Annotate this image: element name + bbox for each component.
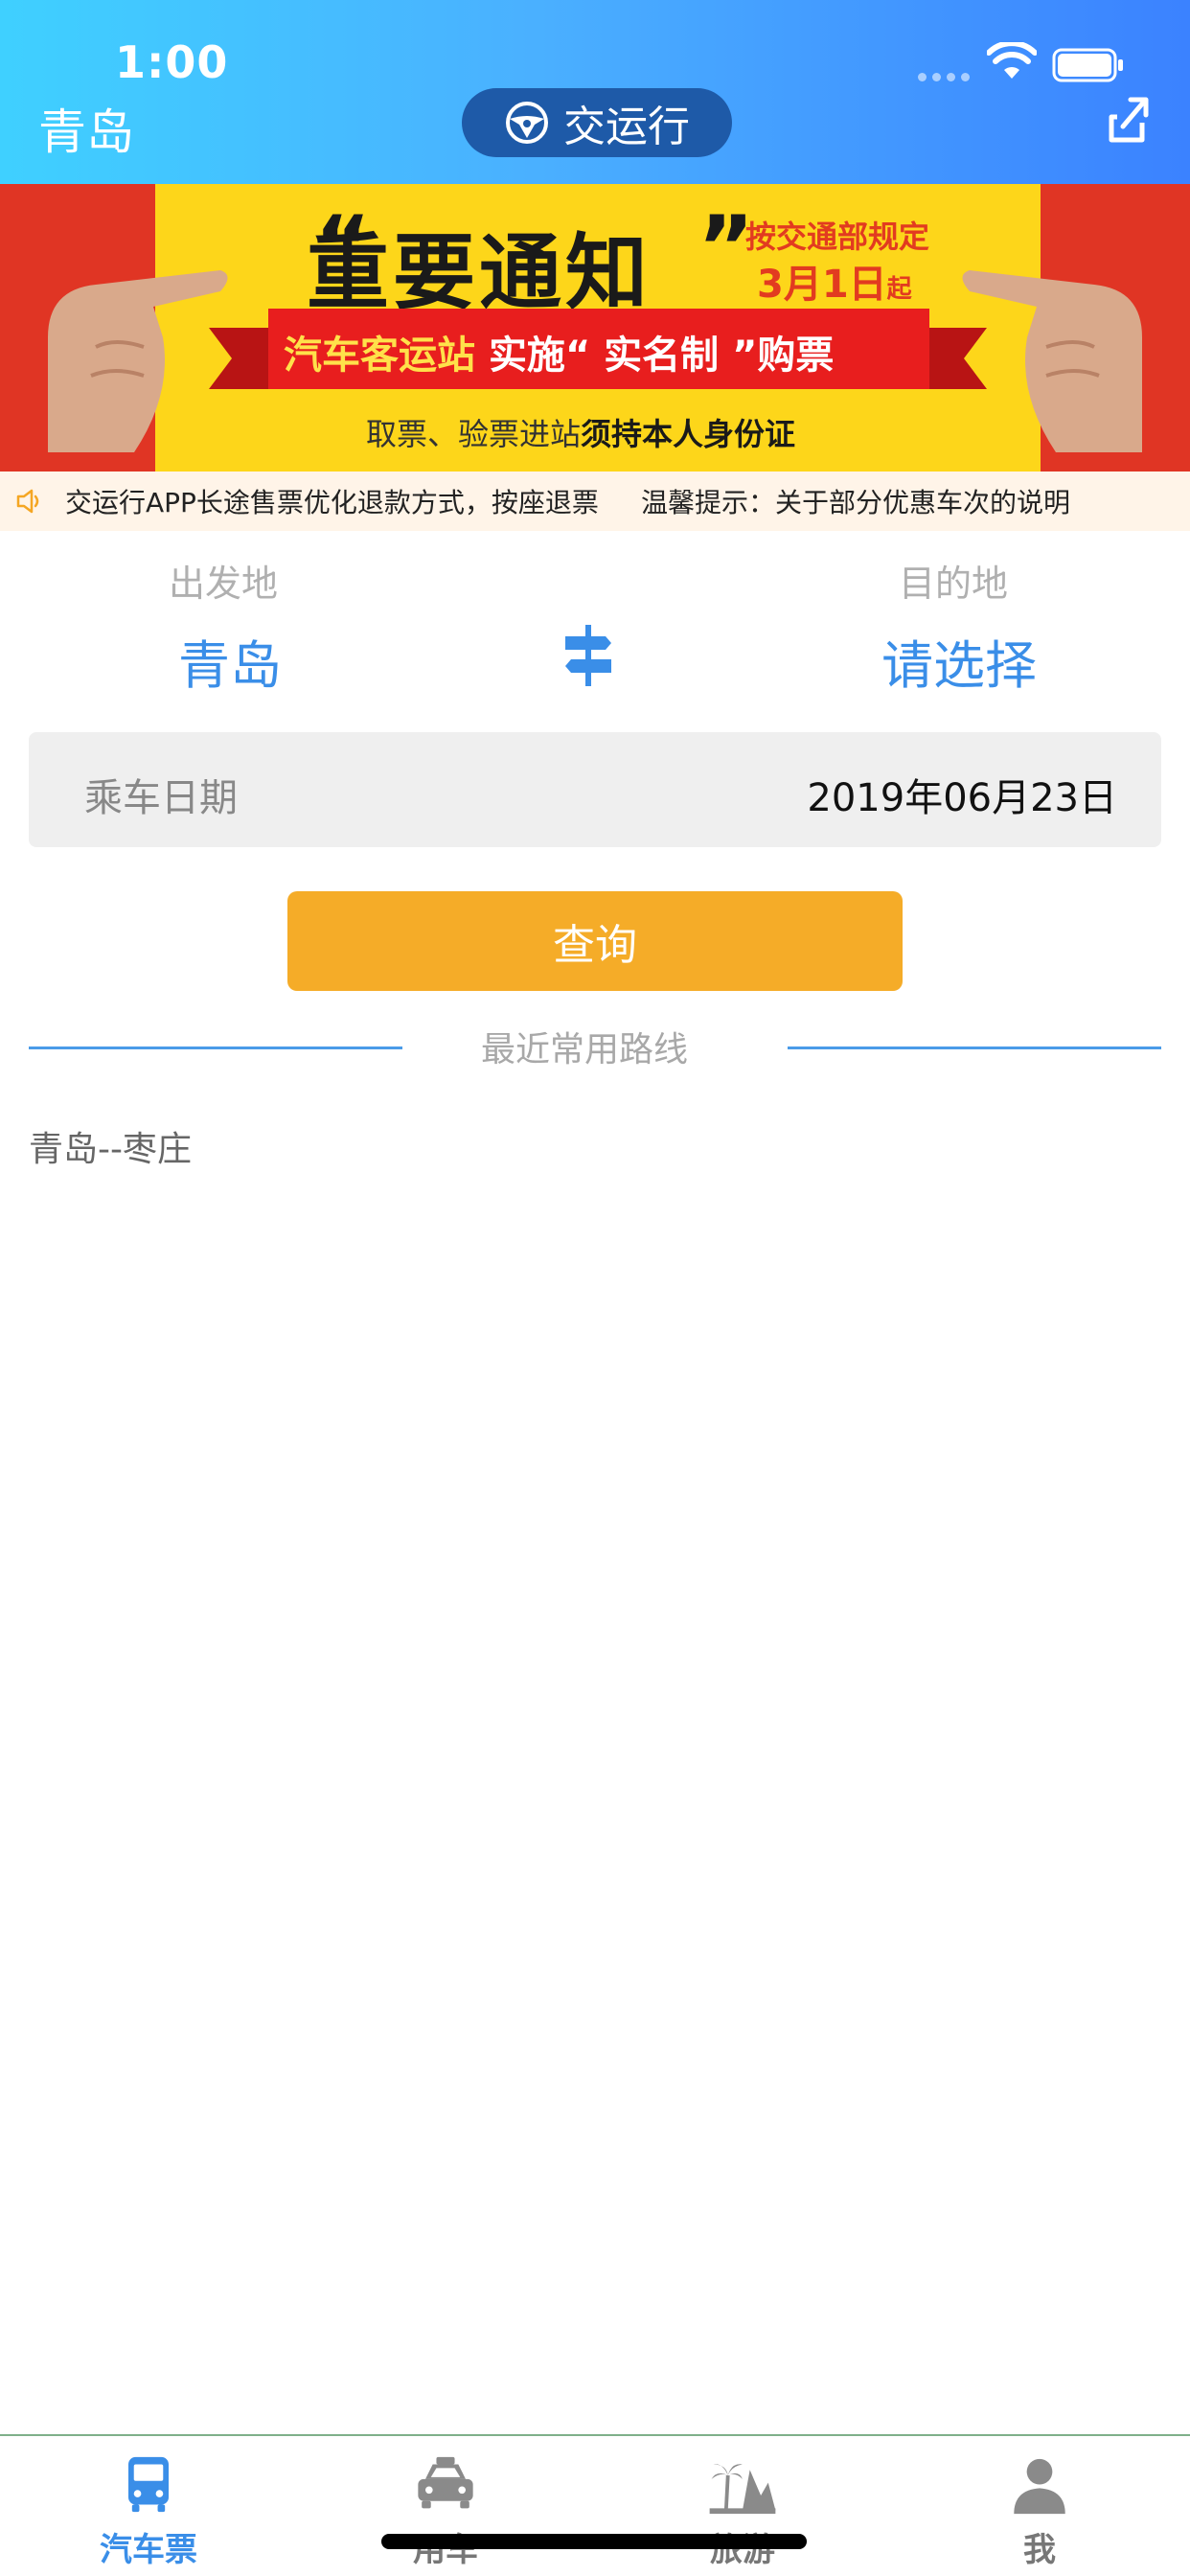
travel-date-value: 2019年06月23日 [807, 776, 1117, 820]
tab-travel[interactable]: 旅游 [647, 2455, 838, 2570]
destination-city[interactable]: 请选择 [881, 623, 1037, 699]
brand-pill: 交运行 [462, 88, 732, 157]
palm-tree-icon [709, 2464, 776, 2515]
share-icon[interactable] [1108, 94, 1152, 144]
destination-label: 目的地 [899, 563, 1009, 605]
notice-text: 交运行APP长途售票优化退款方式，按座退票 温馨提示：关于部分优惠车次的说明 [65, 487, 1070, 518]
car-icon [418, 2456, 473, 2509]
notice-ticker[interactable]: 交运行APP长途售票优化退款方式，按座退票 温馨提示：关于部分优惠车次的说明 [0, 472, 1190, 531]
travel-date-label: 乘车日期 [84, 776, 238, 820]
travel-date-field[interactable]: 乘车日期 2019年06月23日 [29, 732, 1161, 847]
status-time: 1:00 [115, 36, 229, 88]
person-icon [1014, 2458, 1065, 2515]
brand-name: 交运行 [563, 103, 690, 151]
divider-right [788, 1046, 1161, 1049]
battery-icon [1052, 48, 1123, 82]
recent-routes-title: 最近常用路线 [481, 1030, 689, 1070]
tab-label: 我 [1023, 2531, 1056, 2569]
speaker-icon [16, 489, 39, 514]
tab-car-hire[interactable]: 用车 [350, 2455, 541, 2570]
banner-footnote: 取票、验票进站须持本人身份证 [366, 416, 796, 452]
tab-label: 汽车票 [100, 2531, 197, 2569]
tab-bus-tickets[interactable]: 汽车票 [53, 2455, 244, 2570]
banner-title: 重要通知 [307, 225, 652, 321]
banner-rule: 按交通部规定 [745, 218, 930, 255]
pointing-hand-right-icon [962, 270, 1142, 452]
home-indicator[interactable] [381, 2534, 807, 2549]
banner-date: 3月1日起 [757, 263, 912, 307]
departure-label: 出发地 [169, 563, 279, 605]
ribbon-text: 汽车客运站 实施“ 实名制 ”购票 [284, 334, 835, 378]
swap-direction-icon[interactable] [563, 625, 613, 686]
tab-profile[interactable]: 我 [944, 2455, 1135, 2570]
bottom-tab-bar: 汽车票 用车 旅游 我 [0, 2434, 1190, 2576]
recent-route-item[interactable]: 青岛--枣庄 [29, 1121, 192, 1171]
steering-wheel-icon [506, 102, 548, 144]
divider-left [29, 1046, 402, 1049]
app-header: 1:00 青岛 交运行 [0, 0, 1190, 184]
pointing-hand-left-icon [48, 270, 228, 452]
bus-icon [128, 2456, 169, 2513]
current-city[interactable]: 青岛 [38, 94, 134, 163]
search-button[interactable]: 查询 [287, 891, 903, 991]
notice-banner[interactable]: “ 重要通知 ” 按交通部规定 3月1日起 汽车客运站 实施“ 实名制 ”购票 … [0, 184, 1190, 472]
departure-city[interactable]: 青岛 [178, 623, 282, 699]
cellular-signal-icon [918, 73, 970, 81]
wifi-icon [987, 42, 1037, 79]
